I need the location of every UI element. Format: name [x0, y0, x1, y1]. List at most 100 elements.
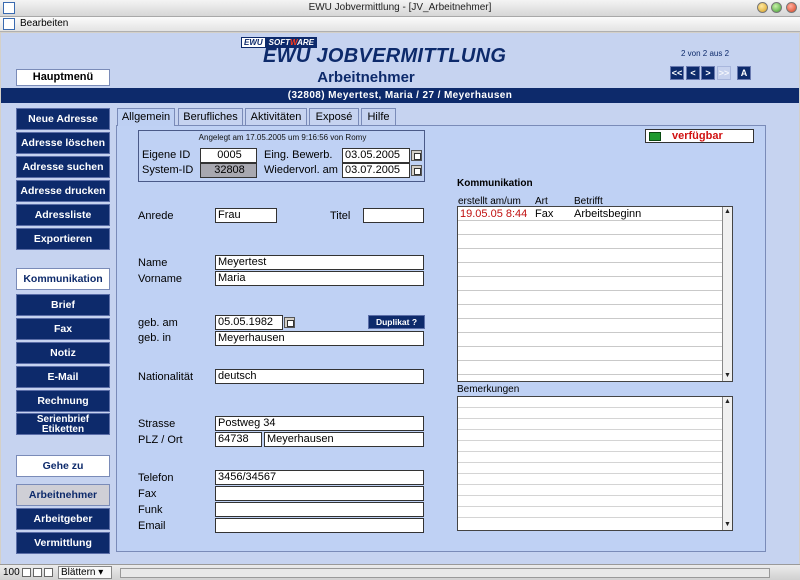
- anrede-label: Anrede: [138, 210, 174, 222]
- fax-button[interactable]: Fax: [16, 318, 110, 340]
- scroll-up-icon[interactable]: ▲: [724, 208, 731, 216]
- list-item: [458, 263, 722, 277]
- geb-in-label: geb. in: [138, 332, 172, 344]
- fax-field[interactable]: [215, 486, 424, 501]
- list-item: [458, 347, 722, 361]
- zoom-out-icon[interactable]: [22, 568, 31, 577]
- kommunikation-title: Kommunikation: [457, 178, 533, 189]
- funk-label: Funk: [138, 504, 163, 516]
- eigene-id-field[interactable]: 0005: [200, 148, 257, 163]
- first-record-button[interactable]: <<: [670, 66, 684, 80]
- eigene-id-label: Eigene ID: [142, 149, 191, 161]
- telefon-label: Telefon: [138, 472, 174, 484]
- menu-bearbeiten[interactable]: Bearbeiten: [20, 18, 68, 29]
- scroll-down-icon[interactable]: ▼: [724, 521, 731, 529]
- adressliste-button[interactable]: Adressliste: [16, 204, 110, 226]
- ort-field[interactable]: Meyerhausen: [264, 432, 424, 447]
- tab-aktivitaeten[interactable]: Aktivitäten: [245, 108, 307, 125]
- calendar-icon[interactable]: [284, 317, 295, 328]
- notiz-button[interactable]: Notiz: [16, 342, 110, 364]
- arbeitgeber-button[interactable]: Arbeitgeber: [16, 508, 110, 530]
- email-button[interactable]: E-Mail: [16, 366, 110, 388]
- document-icon: [3, 18, 15, 30]
- prev-record-button[interactable]: <: [686, 66, 700, 80]
- minimize-button[interactable]: [757, 2, 768, 13]
- adresse-suchen-button[interactable]: Adresse suchen: [16, 156, 110, 178]
- plz-ort-label: PLZ / Ort: [138, 434, 183, 446]
- menubar: Bearbeiten: [0, 17, 800, 32]
- geb-am-label: geb. am: [138, 317, 178, 329]
- horizontal-scrollbar[interactable]: [120, 568, 770, 578]
- list-item: [458, 333, 722, 347]
- tab-hilfe[interactable]: Hilfe: [361, 108, 396, 125]
- list-item: [458, 249, 722, 263]
- list-item: [458, 221, 722, 235]
- bemerkungen-title: Bemerkungen: [457, 384, 520, 395]
- resize-grip-icon[interactable]: [787, 567, 798, 578]
- adresse-loeschen-button[interactable]: Adresse löschen: [16, 132, 110, 154]
- eing-bewerb-label: Eing. Bewerb.: [264, 149, 333, 161]
- window-titlebar: EWU Jobvermittlung - [JV_Arbeitnehmer]: [0, 0, 800, 17]
- scroll-up-icon[interactable]: ▲: [724, 398, 731, 406]
- page-title: Arbeitnehmer: [317, 69, 415, 86]
- vorname-field[interactable]: Maria: [215, 271, 424, 286]
- wiedervorl-field[interactable]: 03.07.2005: [342, 163, 410, 178]
- last-record-button[interactable]: >>: [717, 66, 731, 80]
- zoom-level[interactable]: 100: [3, 567, 20, 578]
- geb-in-field[interactable]: Meyerhausen: [215, 331, 424, 346]
- arbeitnehmer-button[interactable]: Arbeitnehmer: [16, 484, 110, 506]
- fax-label: Fax: [138, 488, 157, 500]
- telefon-field[interactable]: 3456/34567: [215, 470, 424, 485]
- neue-adresse-button[interactable]: Neue Adresse: [16, 108, 110, 130]
- created-info: Angelegt am 17.05.2005 um 9:16:56 von Ro…: [198, 133, 367, 142]
- anrede-field[interactable]: Frau: [215, 208, 277, 223]
- scroll-down-icon[interactable]: ▼: [724, 372, 731, 380]
- tab-berufliches[interactable]: Berufliches: [178, 108, 243, 125]
- vermittlung-button[interactable]: Vermittlung: [16, 532, 110, 554]
- vorname-label: Vorname: [138, 273, 183, 285]
- kommunikation-scrollbar[interactable]: ▲ ▼: [722, 207, 732, 381]
- zoom-in-icon[interactable]: [33, 568, 42, 577]
- record-counter: 2 von 2 aus 2: [681, 49, 730, 58]
- list-item: [458, 291, 722, 305]
- plz-field[interactable]: 64738: [215, 432, 262, 447]
- bemerkungen-scrollbar[interactable]: ▲ ▼: [722, 397, 732, 530]
- adresse-drucken-button[interactable]: Adresse drucken: [16, 180, 110, 202]
- tab-allgemein[interactable]: Allgemein: [117, 108, 175, 126]
- mode-select[interactable]: Blättern ▾: [58, 566, 112, 579]
- list-item: [458, 319, 722, 333]
- funk-field[interactable]: [215, 502, 424, 517]
- serienbrief-etiketten-button[interactable]: Serienbrief Etiketten: [16, 413, 110, 435]
- app-area: Hauptmenü EWU SOFTWARE EWU JOBVERMITTLUN…: [1, 33, 799, 564]
- kommunikation-header: Kommunikation: [16, 268, 110, 290]
- brief-button[interactable]: Brief: [16, 294, 110, 316]
- email-field[interactable]: [215, 518, 424, 533]
- a-button[interactable]: A: [737, 66, 751, 80]
- bemerkungen-textarea[interactable]: ▲ ▼: [457, 396, 733, 531]
- layout-icon[interactable]: [44, 568, 53, 577]
- maximize-button[interactable]: [771, 2, 782, 13]
- kommunikation-list[interactable]: 19.05.05 8:44 Fax Arbeitsbeginn ▲ ▼: [457, 206, 733, 382]
- tab-expose[interactable]: Exposé: [309, 108, 359, 125]
- close-button[interactable]: [786, 2, 797, 13]
- wiedervorl-label: Wiedervorl. am: [264, 164, 338, 176]
- titel-field[interactable]: [363, 208, 424, 223]
- nationalitaet-field[interactable]: deutsch: [215, 369, 424, 384]
- strasse-label: Strasse: [138, 418, 176, 430]
- duplikat-button[interactable]: Duplikat ?: [368, 315, 425, 329]
- name-field[interactable]: Meyertest: [215, 255, 424, 270]
- app-title: EWU JOBVERMITTLUNG: [263, 45, 507, 67]
- record-header: (32808) Meyertest, Maria / 27 / Meyerhau…: [1, 88, 799, 103]
- name-label: Name: [138, 257, 168, 269]
- strasse-field[interactable]: Postweg 34: [215, 416, 424, 431]
- system-id-field: 32808: [200, 163, 257, 178]
- calendar-icon[interactable]: [411, 165, 422, 176]
- next-record-button[interactable]: >: [701, 66, 715, 80]
- status-badge: verfügbar: [645, 129, 754, 143]
- geb-am-field[interactable]: 05.05.1982: [215, 315, 283, 330]
- calendar-icon[interactable]: [411, 150, 422, 161]
- rechnung-button[interactable]: Rechnung: [16, 390, 110, 412]
- exportieren-button[interactable]: Exportieren: [16, 228, 110, 250]
- eing-bewerb-field[interactable]: 03.05.2005: [342, 148, 410, 163]
- list-item[interactable]: 19.05.05 8:44 Fax Arbeitsbeginn: [458, 207, 722, 221]
